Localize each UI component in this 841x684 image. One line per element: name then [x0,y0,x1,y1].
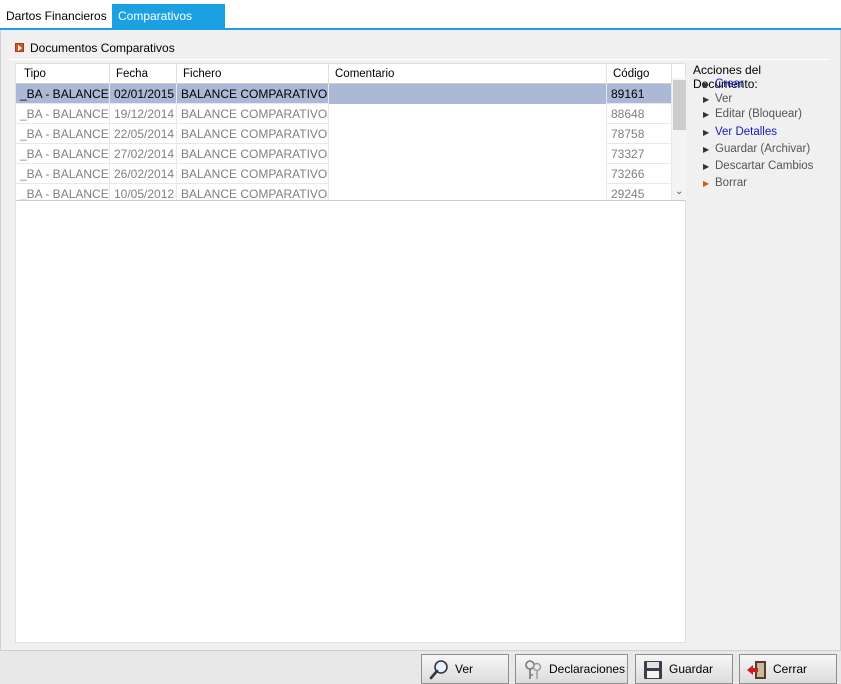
cell-comentario [329,104,607,124]
cell-tipo: _BA - BALANCES [16,104,110,124]
cell-tipo: _BA - BALANCES [16,144,110,164]
cell-comentario [329,84,607,104]
cell-fichero: BALANCE COMPARATIVO.xls [177,104,329,124]
cell-tipo: _BA - BALANCES [16,84,110,104]
declaraciones-button[interactable]: Declaraciones [515,654,628,684]
tab-comparativos[interactable]: Comparativos [112,4,225,28]
button-label: Declaraciones [549,662,626,676]
cell-codigo: 73266 [607,164,672,184]
guardar-button[interactable]: Guardar [635,654,733,684]
cell-fecha: 22/05/2014 [110,124,177,144]
grid-scrollbar[interactable]: ⌄ [672,78,686,200]
tab-bar: Dartos Financieros Comparativos [0,0,841,30]
column-header-fichero[interactable]: Fichero [177,64,329,84]
documents-area: Tipo Fecha Fichero Comentario Código _BA… [15,63,686,643]
action-label: Borrar [715,177,747,189]
exit-door-icon [746,659,768,681]
cell-fichero: BALANCE COMPARATIVO.xls [177,144,329,164]
button-label: Cerrar [773,662,808,676]
cell-fichero: BALANCE COMPARATIVO.xls [177,164,329,184]
cell-fecha: 02/01/2015 [110,84,177,104]
actions-panel: Acciones del Documento: ▶ Crear ▶ Ver ▶ Edita… [689,63,829,643]
arrow-right-icon: ▶ [703,95,710,104]
ver-trans-button[interactable]: Ver Trans. [421,654,509,684]
column-header-comentario[interactable]: Comentario [329,64,607,84]
cell-comentario [329,144,607,164]
table-row[interactable]: _BA - BALANCES 02/01/2015 BALANCE COMPARAT… [16,84,672,104]
column-header-tipo[interactable]: Tipo [16,64,110,84]
cell-fecha: 10/05/2012 [110,184,177,200]
cell-codigo: 73327 [607,144,672,164]
tab-dartos-financieros[interactable]: Dartos Financieros [0,4,113,28]
scroll-down-chevron-icon[interactable]: ⌄ [675,187,684,197]
action-ver-detalles[interactable]: ▶ Ver Detalles [703,126,777,138]
scrollbar-thumb[interactable] [673,80,686,130]
group-bullet-icon [15,43,24,52]
tab-panel: Documentos Comparativos Tipo Fecha Fiche… [0,30,841,650]
cell-tipo: _BA - BALANCES [16,164,110,184]
cell-codigo: 88648 [607,104,672,124]
table-row[interactable]: _BA - BALANCES 27/02/2014 BALANCE COMPARAT… [16,144,672,164]
button-label: Ver Trans. [455,662,474,676]
table-row[interactable]: _BA - BALANCES 26/02/2014 BALANCE COMPARAT… [16,164,672,184]
action-label: Editar (Bloquear) [715,108,802,120]
cell-codigo: 89161 [607,84,672,104]
group-header: Documentos Comparativos [9,38,829,60]
column-header-fecha[interactable]: Fecha [110,64,177,84]
cell-codigo: 78758 [607,124,672,144]
arrow-right-icon: ▶ [703,145,710,154]
action-label: Crear [715,78,744,90]
arrow-right-icon: ▶ [703,179,710,188]
cell-fecha: 19/12/2014 [110,104,177,124]
action-guardar-archivar[interactable]: ▶ Guardar (Archivar) [703,143,810,155]
cell-tipo: _BA - BALANCES [16,124,110,144]
action-label: Ver [715,93,733,105]
grid-body: _BA - BALANCES 02/01/2015 BALANCE COMPARAT… [16,84,672,200]
grid-header: Tipo Fecha Fichero Comentario Código [16,64,672,84]
cell-codigo: 29245 [607,184,672,200]
arrow-right-icon: ▶ [703,80,710,89]
cell-comentario [329,124,607,144]
arrow-right-icon: ▶ [703,110,710,119]
cell-fichero: BALANCE COMPARATIVO.xls [177,184,329,200]
table-row[interactable]: _BA - BALANCES 10/05/2012 BALANCE COMPARAT… [16,184,672,200]
cell-comentario [329,164,607,184]
action-editar-bloquear[interactable]: ▶ Editar (Bloquear) [703,108,802,120]
action-borrar[interactable]: ▶ Borrar [703,177,747,189]
magnifier-icon [428,659,450,681]
cell-tipo: _BA - BALANCES [16,184,110,200]
cell-comentario [329,184,607,200]
column-header-codigo[interactable]: Código [607,64,672,84]
cerrar-button[interactable]: Cerrar [739,654,837,684]
action-label: Ver Detalles [715,126,778,138]
keys-icon [522,659,544,681]
table-row[interactable]: _BA - BALANCES 19/12/2014 BALANCE COMPARAT… [16,104,672,124]
documents-grid: Tipo Fecha Fichero Comentario Código _BA… [16,64,686,201]
cell-fichero: BALANCE COMPARATIVO.xls [177,84,329,104]
table-row[interactable]: _BA - BALANCES 22/05/2014 BALANCE COMPARAT… [16,124,672,144]
arrow-right-icon: ▶ [703,128,710,137]
action-crear[interactable]: ▶ Crear [703,78,744,90]
action-descartar-cambios[interactable]: ▶ Descartar Cambios [703,160,813,172]
arrow-right-icon: ▶ [703,162,710,171]
action-label: Descartar Cambios [715,160,814,172]
footer-toolbar: Ver Trans. Declaraciones Guardar Cerrar [0,650,841,684]
group-title: Documentos Comparativos [30,41,175,55]
cell-fichero: BALANCE COMPARATIVO.xls [177,124,329,144]
cell-fecha: 26/02/2014 [110,164,177,184]
action-label: Guardar (Archivar) [715,143,811,155]
button-label: Guardar [669,662,714,676]
cell-fecha: 27/02/2014 [110,144,177,164]
action-ver[interactable]: ▶ Ver [703,93,732,105]
floppy-disk-icon [642,659,664,681]
